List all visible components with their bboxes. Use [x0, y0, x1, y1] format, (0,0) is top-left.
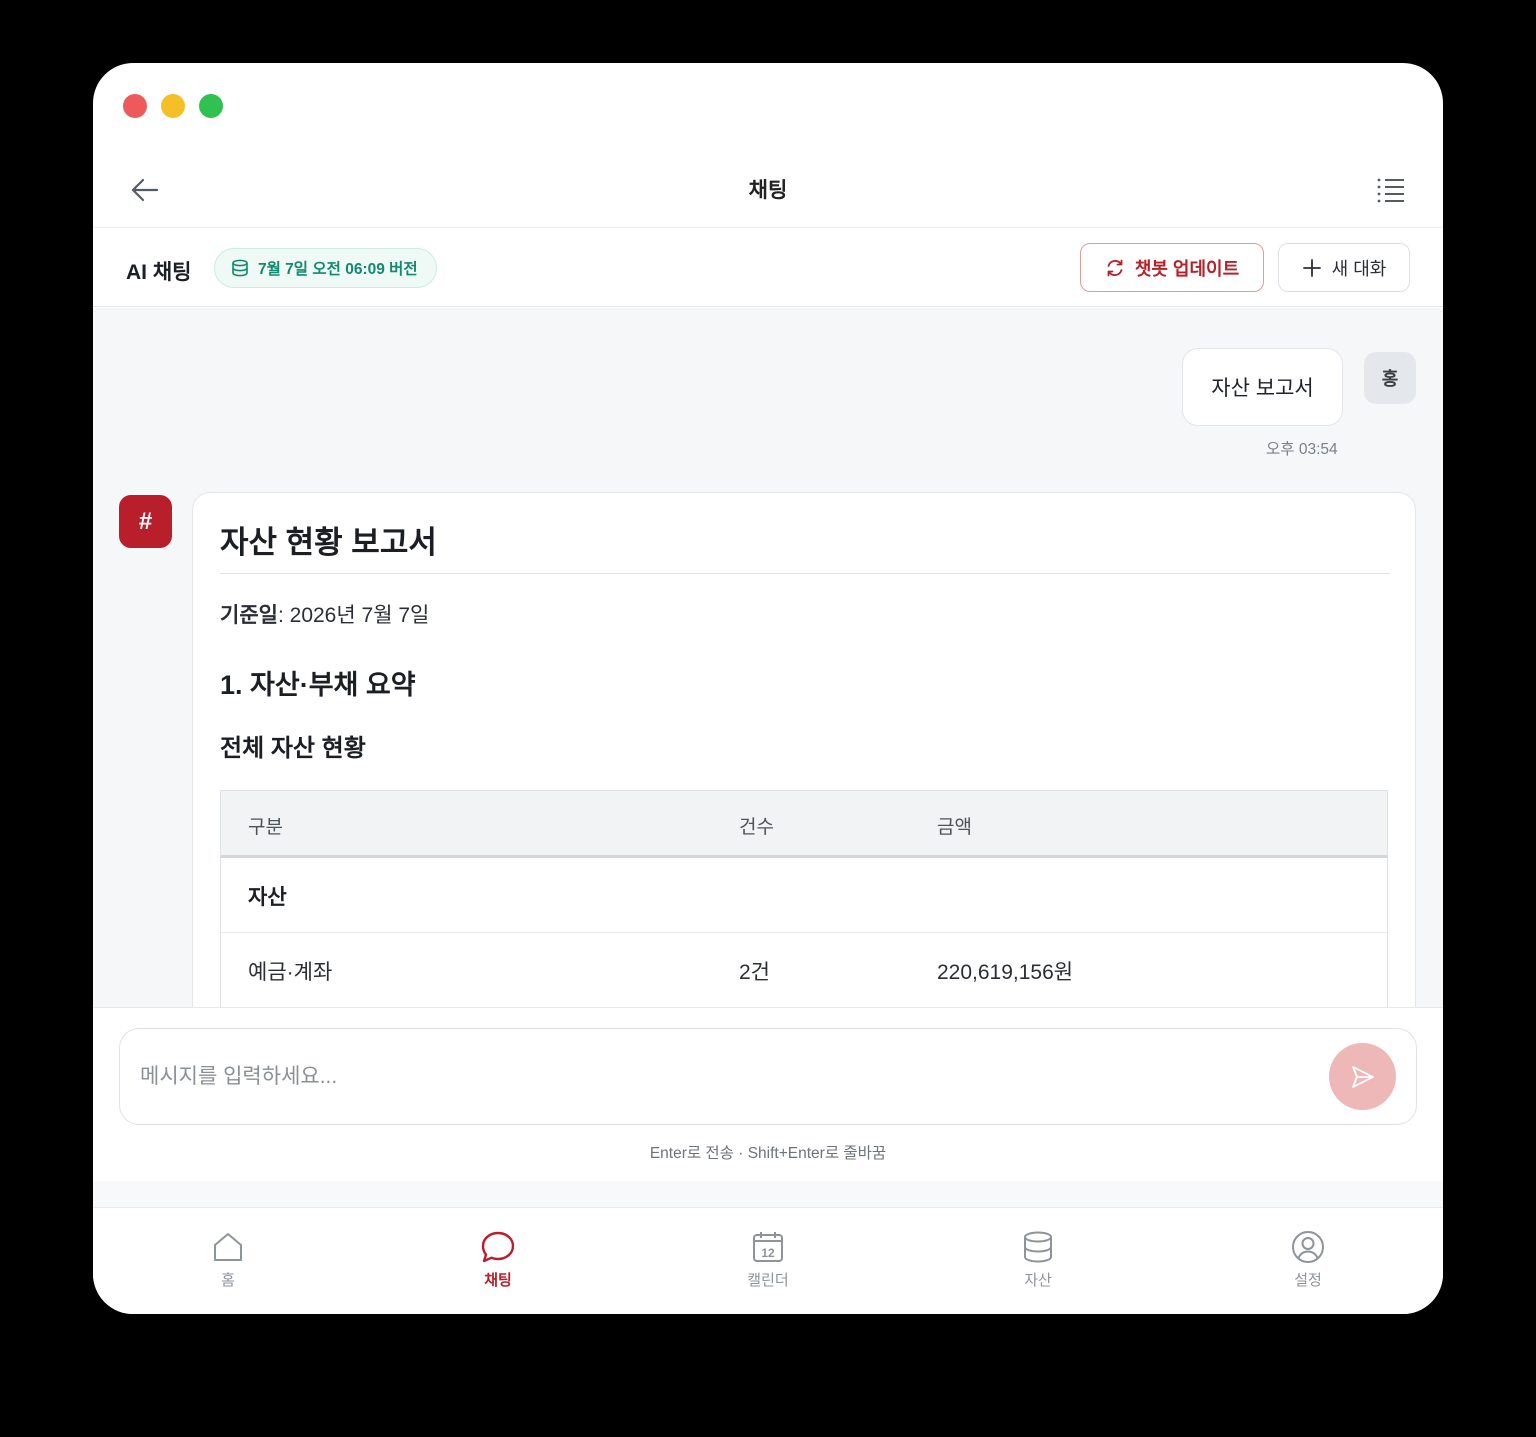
arrow-left-icon	[131, 178, 159, 202]
database-icon	[1024, 1231, 1052, 1263]
section-heading: 1. 자산·부채 요약	[220, 670, 416, 700]
tab-label: 설정	[1294, 1272, 1322, 1289]
table-row: 예금·계좌 2건 220,619,156원	[221, 933, 1387, 1007]
home-icon	[214, 1233, 242, 1261]
tab-chat[interactable]: 채팅	[438, 1230, 558, 1290]
message-timestamp: 오후 03:54	[1266, 441, 1338, 458]
menu-button[interactable]	[1375, 175, 1407, 205]
app-bar: 채팅	[93, 151, 1443, 228]
chat-toolbar: AI 채팅 7월 7일 오전 06:09 버전 챗봇 업데이트 새 대화	[93, 229, 1443, 307]
version-label: 7월 7일 오전 06:09 버전	[258, 261, 418, 278]
composer-area: Enter로 전송 · Shift+Enter로 줄바꿈	[93, 1007, 1443, 1181]
app-window: 채팅 AI 채팅 7월 7일 오전 06:09 버전 챗봇 업데이트 새 대화 …	[93, 63, 1443, 1314]
tab-settings[interactable]: 설정	[1248, 1230, 1368, 1290]
table-cell-category: 자산	[248, 886, 287, 909]
user-message-bubble: 자산 보고서	[1182, 348, 1343, 426]
table-cell-amount: 220,619,156원	[937, 961, 1074, 984]
base-date: 기준일: 2026년 7월 7일	[220, 599, 429, 629]
bot-avatar: #	[119, 495, 172, 548]
tab-label: 채팅	[484, 1272, 512, 1289]
table-cell-category: 예금·계좌	[248, 961, 333, 984]
report-title: 자산 현황 보고서	[220, 525, 437, 560]
spacer	[93, 1181, 1443, 1207]
divider	[220, 573, 1390, 574]
chat-icon	[481, 1231, 515, 1263]
user-message-text: 자산 보고서	[1211, 377, 1314, 400]
plus-icon	[1302, 258, 1321, 277]
new-chat-label: 새 대화	[1331, 258, 1387, 279]
window-controls	[123, 94, 223, 118]
table-row: 자산	[221, 858, 1387, 933]
composer-hint: Enter로 전송 · Shift+Enter로 줄바꿈	[649, 1145, 887, 1162]
base-date-label: 기준일	[220, 604, 278, 627]
tab-home[interactable]: 홈	[168, 1230, 288, 1290]
message-composer	[119, 1028, 1417, 1125]
column-header-count: 건수	[739, 817, 774, 838]
update-chatbot-button[interactable]: 챗봇 업데이트	[1080, 243, 1264, 292]
calendar-icon: 12	[753, 1232, 783, 1262]
calendar-day-number: 12	[761, 1246, 775, 1260]
refresh-icon	[1107, 259, 1123, 276]
tab-calendar[interactable]: 12 캘린더	[708, 1230, 828, 1290]
column-header-amount: 금액	[937, 817, 972, 838]
database-icon	[232, 259, 248, 277]
tab-label: 자산	[1024, 1272, 1052, 1289]
back-button[interactable]	[129, 175, 161, 205]
table-header-row: 구분 건수 금액	[221, 791, 1387, 858]
version-badge: 7월 7일 오전 06:09 버전	[214, 248, 437, 288]
sub-heading: 전체 자산 현황	[220, 735, 366, 762]
user-avatar: 홍	[1364, 352, 1416, 404]
update-button-label: 챗봇 업데이트	[1134, 258, 1240, 279]
message-input[interactable]	[140, 1055, 1300, 1099]
new-chat-button[interactable]: 새 대화	[1278, 243, 1410, 292]
maximize-window-button[interactable]	[199, 94, 223, 118]
table-cell-count: 2건	[739, 961, 770, 984]
column-header-category: 구분	[248, 817, 283, 838]
tab-label: 캘린더	[747, 1272, 789, 1289]
user-circle-icon	[1292, 1231, 1324, 1263]
send-icon	[1351, 1065, 1374, 1088]
bottom-tab-bar: 홈 채팅 12 캘린더 자산 설정	[93, 1207, 1443, 1314]
minimize-window-button[interactable]	[161, 94, 185, 118]
page-title: 채팅	[748, 179, 788, 202]
list-icon	[1377, 178, 1404, 203]
asset-summary-table: 구분 건수 금액 자산 예금·계좌 2건 220,619,156원	[220, 790, 1388, 1007]
bot-message-card: 자산 현황 보고서 기준일: 2026년 7월 7일 1. 자산·부채 요약 전…	[192, 492, 1416, 1007]
tab-label: 홈	[221, 1272, 235, 1289]
send-button[interactable]	[1329, 1043, 1396, 1110]
section-title: AI 채팅	[126, 261, 192, 284]
tab-assets[interactable]: 자산	[978, 1230, 1098, 1290]
message-list[interactable]: 자산 보고서 홍 오후 03:54 # 자산 현황 보고서 기준일: 2026년…	[93, 308, 1443, 1007]
base-date-value: : 2026년 7월 7일	[277, 604, 430, 627]
close-window-button[interactable]	[123, 94, 147, 118]
